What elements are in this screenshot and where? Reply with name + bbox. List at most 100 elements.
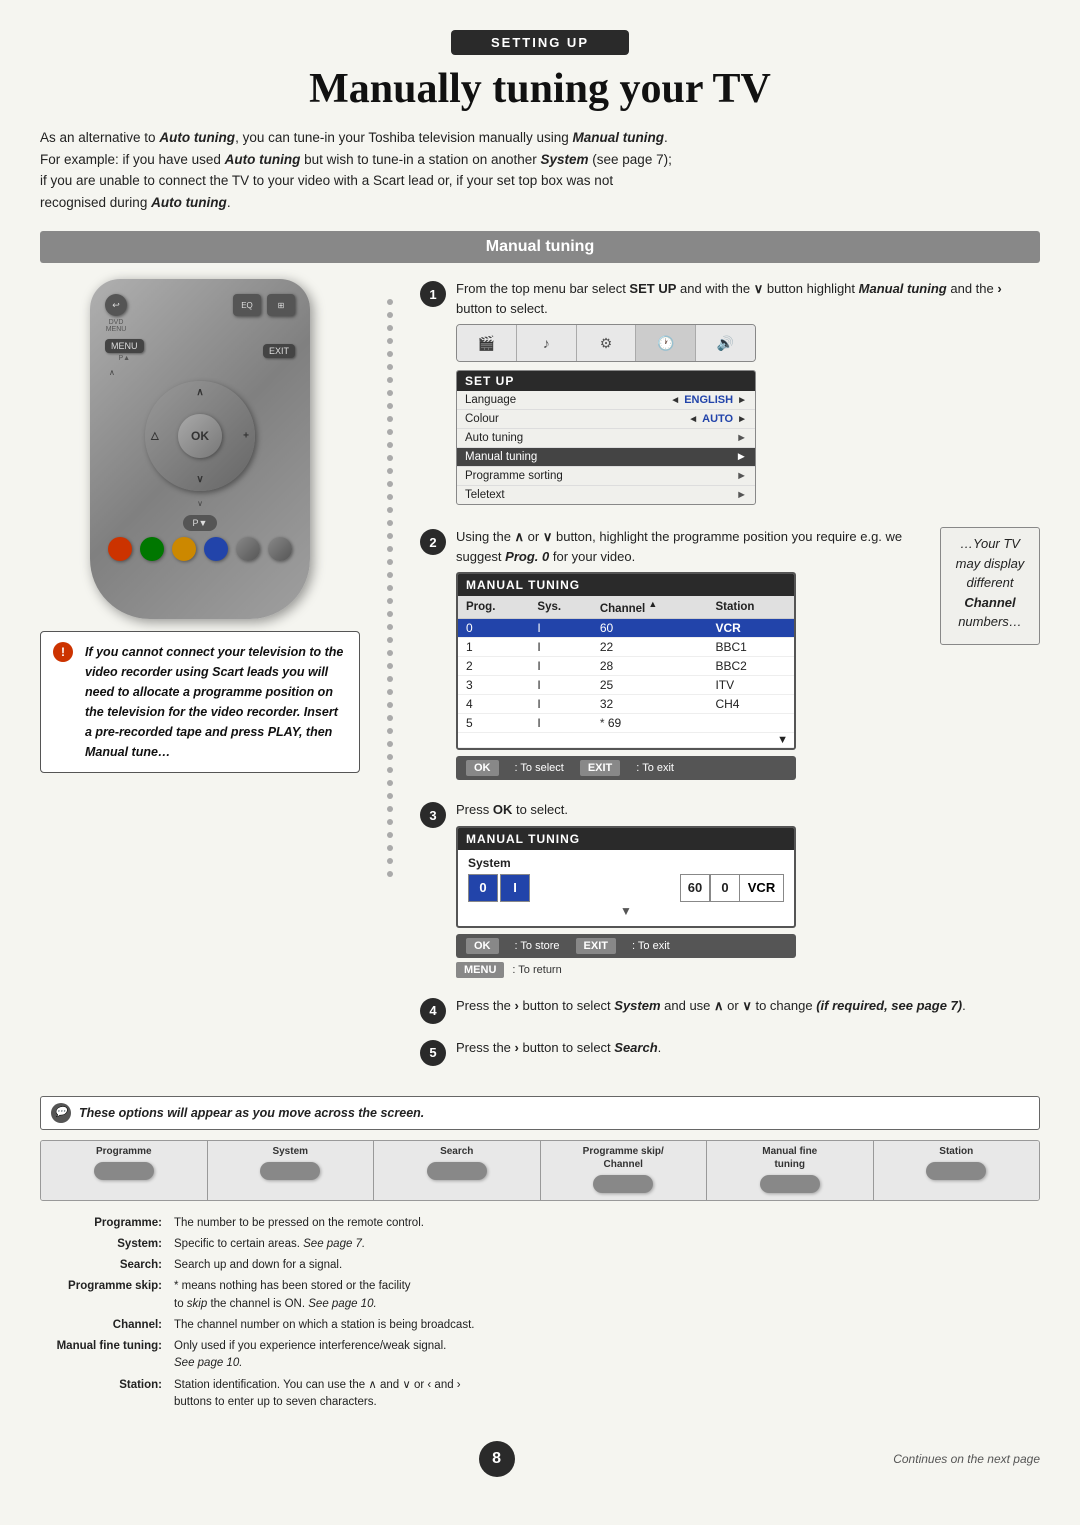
left-column: ↩ DVDMENU EQ ⊞ MENU P▲: [40, 279, 360, 1079]
exit-store-label: EXIT: [576, 938, 616, 954]
setup-row-auto-tuning: Auto tuning ►: [457, 429, 755, 448]
mt-ch-0: 60: [592, 619, 708, 638]
page-number: 8: [479, 1441, 515, 1477]
up-arrow[interactable]: ∧: [196, 387, 203, 398]
def-text-station: Station identification. You can use the …: [170, 1375, 1040, 1414]
step-3-content: Press OK to select. MANUAL TUNING System…: [456, 800, 1040, 982]
ok-exit-bar2: OK : To store EXIT : To exit: [456, 934, 796, 958]
setup-label-auto-tuning: Auto tuning: [465, 432, 523, 444]
setup-row-manual-tuning: Manual tuning ►: [457, 448, 755, 467]
setup-row-colour: Colour ◄ AUTO ►: [457, 410, 755, 429]
color-buttons: [105, 537, 295, 561]
table-row: 5 I * 69: [458, 714, 794, 733]
mt-sys-1: I: [529, 638, 591, 657]
step-1-content: From the top menu bar select SET UP and …: [456, 279, 1040, 513]
ctrl-btn-station[interactable]: [926, 1162, 986, 1180]
def-text-programme: The number to be pressed on the remote c…: [170, 1213, 1040, 1234]
pv-button[interactable]: P▼: [183, 515, 218, 531]
warning-text: If you cannot connect your television to…: [85, 642, 347, 762]
icon-music: ♪: [517, 325, 577, 361]
ctrl-label-sys: System: [214, 1145, 368, 1158]
mt-table: Prog. Sys. Channel ▲ Station 0: [458, 596, 794, 748]
remote-btn-eq[interactable]: EQ: [233, 294, 261, 316]
mt-col-sys: Sys.: [529, 596, 591, 618]
def-row-manual-fine: Manual fine tuning: Only used if you exp…: [40, 1336, 1040, 1375]
continues-text: Continues on the next page: [893, 1452, 1040, 1466]
ok-button[interactable]: OK: [178, 414, 222, 458]
gray-button1[interactable]: [236, 537, 260, 561]
banner-label: SETTING UP: [451, 30, 629, 55]
def-label-channel: Channel:: [40, 1315, 170, 1336]
control-station: Station: [874, 1141, 1040, 1200]
step-2-num: 2: [420, 529, 446, 555]
setup-row-language: Language ◄ ENGLISH ►: [457, 391, 755, 410]
mt-prog-3: 3: [458, 676, 529, 695]
setup-label-manual-tuning: Manual tuning: [465, 451, 537, 463]
warning-box: ! If you cannot connect your television …: [40, 631, 360, 773]
mt-station-3: ITV: [707, 676, 794, 695]
notice-icon: 💬: [51, 1103, 71, 1123]
ctrl-btn-fine[interactable]: [760, 1175, 820, 1193]
green-button[interactable]: [140, 537, 164, 561]
left-arrow[interactable]: △: [151, 431, 159, 442]
red-button[interactable]: [108, 537, 132, 561]
manual-tuning-2: MANUAL TUNING System 0 I 60 0 VCR: [456, 826, 796, 928]
step-2: 2 Using the ∧ or ∨ button, highlight the…: [420, 527, 1040, 786]
setup-panel: SET UP Language ◄ ENGLISH ► Colour ◄ AUT…: [456, 370, 756, 505]
table-row: 1 I 22 BBC1: [458, 638, 794, 657]
yellow-button[interactable]: [172, 537, 196, 561]
mt-prog-1: 1: [458, 638, 529, 657]
menu-return-desc: : To return: [512, 964, 561, 976]
down-arrow[interactable]: ∨: [196, 474, 203, 485]
mt-sys-4: I: [529, 695, 591, 714]
mt-ch-2: 28: [592, 657, 708, 676]
manual-tuning-table: MANUAL TUNING Prog. Sys. Channel ▲ Stati…: [456, 572, 796, 750]
setup-row-teletext: Teletext ►: [457, 486, 755, 504]
table-row: ▼: [458, 733, 794, 748]
def-label-station: Station:: [40, 1375, 170, 1414]
ctrl-btn-prog[interactable]: [94, 1162, 154, 1180]
remote-body: ↩ DVDMENU EQ ⊞ MENU P▲: [90, 279, 310, 619]
two-col-layout: ↩ DVDMENU EQ ⊞ MENU P▲: [40, 279, 1040, 1079]
ctrl-label-station: Station: [880, 1145, 1034, 1158]
def-row-station: Station: Station identification. You can…: [40, 1375, 1040, 1414]
ctrl-label-search: Search: [380, 1145, 534, 1158]
blue-button[interactable]: [204, 537, 228, 561]
exit-button[interactable]: EXIT: [263, 344, 295, 358]
mt-prog-0: 0: [458, 619, 529, 638]
page-title: Manually tuning your TV: [40, 65, 1040, 113]
control-search: Search: [374, 1141, 541, 1200]
menu-button[interactable]: MENU: [105, 339, 144, 353]
definitions-table: Programme: The number to be pressed on t…: [40, 1213, 1040, 1414]
setup-label-colour: Colour: [465, 413, 499, 425]
step-4-num: 4: [420, 998, 446, 1024]
step-2-text: Using the ∧ or ∨ button, highlight the p…: [456, 527, 932, 566]
right-arrow[interactable]: +: [243, 431, 249, 442]
ctrl-btn-skip[interactable]: [593, 1175, 653, 1193]
ok-btn-desc: : To select: [515, 762, 564, 774]
def-text-channel: The channel number on which a station is…: [170, 1315, 1040, 1336]
remote-btn-rec[interactable]: ⊞: [267, 294, 295, 316]
step-5: 5 Press the › button to select Search.: [420, 1038, 1040, 1066]
bottom-section: 💬 These options will appear as you move …: [40, 1096, 1040, 1414]
icon-clock: 🕐: [636, 325, 696, 361]
mt-ch-3: 25: [592, 676, 708, 695]
menu-return-label: MENU: [456, 962, 504, 978]
def-text-system: Specific to certain areas. See page 7.: [170, 1234, 1040, 1255]
remote-top-btn1[interactable]: ↩: [105, 294, 127, 316]
channel-display-text: …Your TVmay displaydifferentChannelnumbe…: [951, 534, 1029, 632]
def-row-channel: Channel: The channel number on which a s…: [40, 1315, 1040, 1336]
gray-button2[interactable]: [268, 537, 292, 561]
ctrl-label-prog: Programme: [47, 1145, 201, 1158]
def-label-manual-fine: Manual fine tuning:: [40, 1336, 170, 1375]
mt-sys-0: I: [529, 619, 591, 638]
icon-film: 🎬: [457, 325, 517, 361]
table-row: 3 I 25 ITV: [458, 676, 794, 695]
def-label-search: Search:: [40, 1255, 170, 1276]
ctrl-btn-search[interactable]: [427, 1162, 487, 1180]
ok-store-desc: : To store: [515, 940, 560, 952]
ctrl-btn-sys[interactable]: [260, 1162, 320, 1180]
mt2-field-vcr: VCR: [740, 874, 784, 902]
def-row-prog-skip: Programme skip: * means nothing has been…: [40, 1276, 1040, 1315]
mt-col-prog: Prog.: [458, 596, 529, 618]
